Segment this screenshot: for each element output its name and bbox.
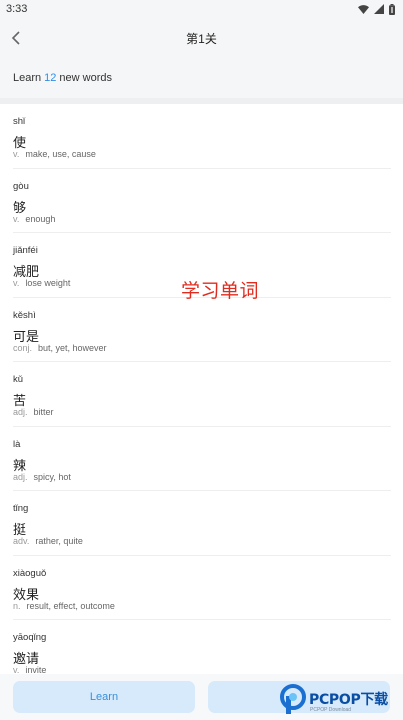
status-time: 3:33	[6, 3, 28, 15]
word-meaning: result, effect, outcome	[26, 600, 115, 611]
word-meaning: rather, quite	[35, 536, 83, 546]
word-meaning-row: adj. spicy, hot	[13, 472, 71, 482]
word-pinyin: shǐ	[13, 116, 26, 127]
word-meaning: lose weight	[25, 278, 71, 288]
word-pos: v.	[13, 278, 20, 288]
list-item[interactable]: gòu 够 v. enough	[13, 169, 391, 233]
logo-text: PCPOP下载	[309, 692, 388, 708]
list-item[interactable]: shǐ 使 v. make, use, cause	[13, 104, 391, 169]
site-logo: PCPOP下载 PCPOP Download	[280, 682, 403, 716]
word-pos: conj.	[13, 342, 33, 353]
word-meaning: spicy, hot	[33, 471, 71, 482]
word-pos: adj.	[13, 471, 28, 482]
word-pos: v.	[13, 213, 20, 224]
word-meaning: but, yet, however	[38, 342, 107, 353]
word-pos: n.	[13, 600, 21, 611]
status-bar: 3:33	[0, 0, 403, 18]
list-item[interactable]: kǔ 苦 adj. bitter	[13, 362, 391, 427]
word-pinyin: là	[13, 438, 21, 450]
word-pos: v.	[13, 149, 20, 159]
word-pinyin: kǔ	[13, 374, 24, 385]
wifi-icon	[358, 4, 369, 14]
word-pinyin: xiàoguǒ	[13, 567, 47, 579]
word-pinyin: yāoqǐng	[13, 632, 47, 643]
list-item[interactable]: kěshì 可是 conj. but, yet, however	[13, 298, 391, 362]
page-title: 第1关	[186, 32, 217, 46]
learn-summary: Learn 12 new words	[0, 58, 403, 98]
word-meaning-row: conj. but, yet, however	[13, 343, 107, 353]
top-app-bar: 第1关	[0, 18, 403, 58]
word-meaning-row: v. enough	[13, 214, 55, 224]
status-icons	[358, 3, 395, 15]
word-pinyin: gòu	[13, 180, 29, 192]
battery-icon	[389, 3, 395, 15]
word-meaning-row: v. lose weight	[13, 278, 70, 288]
cellular-signal-icon	[374, 4, 384, 14]
word-pinyin: tǐng	[13, 503, 29, 514]
list-item[interactable]: tǐng 挺 adv. rather, quite	[13, 491, 391, 556]
logo-mark-icon	[280, 684, 306, 714]
word-meaning-row: adv. rather, quite	[13, 536, 83, 546]
word-meaning: enough	[25, 213, 56, 224]
word-meaning-row: adj. bitter	[13, 407, 54, 417]
word-pinyin: kěshì	[13, 309, 36, 321]
word-meaning-row: v. make, use, cause	[13, 149, 96, 159]
word-meaning-row: n. result, effect, outcome	[13, 601, 115, 611]
word-pos: adv.	[13, 536, 30, 546]
word-pinyin: jiǎnféi	[13, 245, 38, 256]
word-list: shǐ 使 v. make, use, cause gòu 够 v. enough …	[0, 104, 403, 685]
logo-subtext: PCPOP Download	[310, 707, 352, 713]
learn-button[interactable]: Learn	[13, 681, 195, 713]
word-meaning: make, use, cause	[25, 149, 96, 159]
learn-count: 12	[44, 72, 57, 84]
overlay-caption: 学习单词	[181, 280, 260, 302]
learn-prefix: Learn	[13, 72, 42, 84]
list-item[interactable]: xiàoguǒ 效果 n. result, effect, outcome	[13, 556, 391, 620]
word-pos: adj.	[13, 407, 28, 417]
list-item[interactable]: là 辣 adj. spicy, hot	[13, 427, 391, 491]
learn-suffix: new words	[59, 72, 112, 84]
word-meaning: bitter	[33, 407, 54, 417]
